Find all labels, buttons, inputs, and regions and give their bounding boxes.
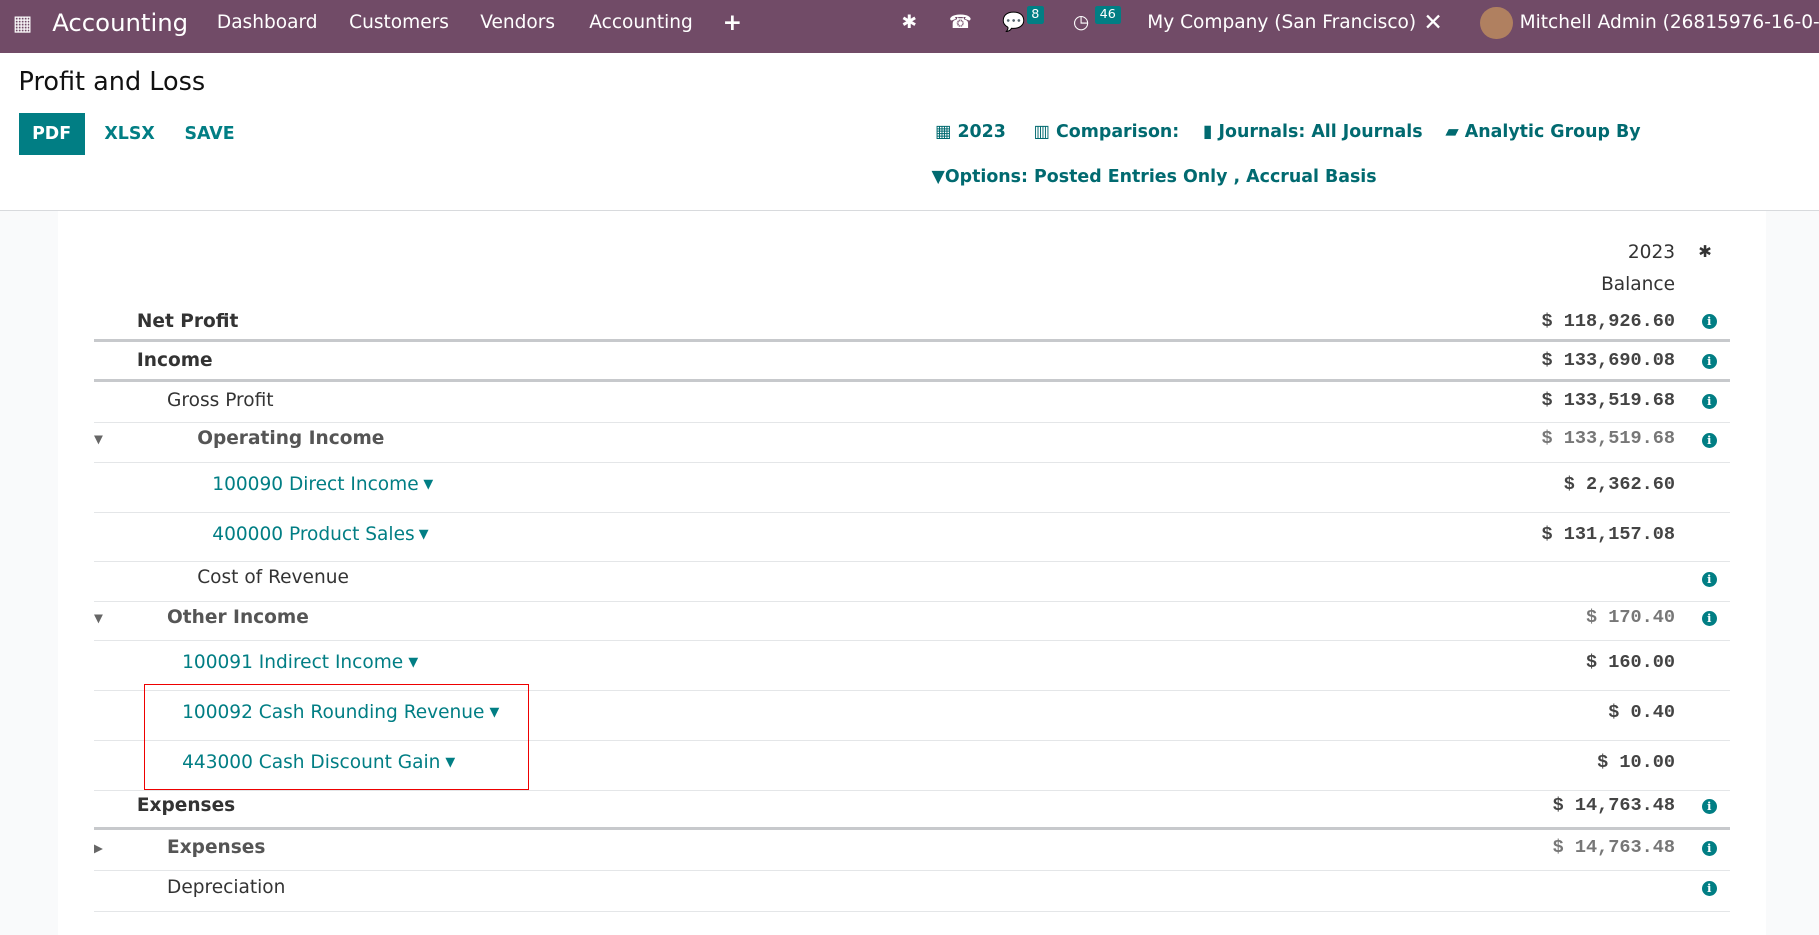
info-icon[interactable]: i: [1701, 611, 1717, 627]
filter-icon: ▼: [931, 167, 945, 188]
bug-icon[interactable]: ✱: [901, 0, 917, 46]
report-row: Depreciation i: [93, 870, 1730, 912]
clock-icon[interactable]: ◷: [1073, 0, 1089, 46]
row-label: Expenses: [136, 794, 236, 816]
info-icon[interactable]: i: [1701, 354, 1717, 370]
info-icon[interactable]: i: [1701, 393, 1717, 409]
caret-right-icon[interactable]: ▶: [94, 831, 103, 866]
row-amount: $ 133,690.08: [1541, 349, 1676, 371]
save-button[interactable]: SAVE: [184, 113, 234, 156]
info-icon[interactable]: i: [1701, 571, 1717, 587]
row-label: Operating Income: [197, 428, 385, 450]
apps-grid-icon[interactable]: ▦: [13, 0, 33, 46]
caret-down-icon[interactable]: ▼: [94, 422, 103, 457]
options-filter[interactable]: ▼Options: Posted Entries Only , Accrual …: [931, 167, 1376, 187]
top-navbar: ▦ Accounting Dashboard Customers Vendors…: [0, 0, 1819, 54]
calendar-icon: ▦: [934, 121, 958, 142]
pdf-button[interactable]: PDF: [18, 112, 85, 156]
report-row: Expenses $ 14,763.48 i: [93, 790, 1730, 831]
info-icon[interactable]: i: [1701, 881, 1717, 897]
row-amount: $ 14,763.48: [1552, 794, 1676, 816]
row-label: Expenses: [167, 836, 266, 858]
row-label: Other Income: [167, 606, 309, 628]
activities-badge: 46: [1095, 5, 1121, 25]
row-amount: $ 14,763.48: [1552, 836, 1676, 858]
report-sheet: 2023 ✱ Balance Net Profit $ 118,926.60 i In…: [58, 211, 1766, 935]
row-label[interactable]: 100090 Direct Income: [212, 462, 418, 507]
chat-icon[interactable]: 💬: [1002, 0, 1025, 46]
info-icon[interactable]: i: [1701, 314, 1717, 330]
row-label: Gross Profit: [167, 389, 274, 411]
report-row: ▼ Operating Income $ 133,519.68 i: [93, 422, 1730, 463]
tools-icon[interactable]: ✕: [1423, 0, 1442, 46]
report-row: Income $ 133,690.08 i: [93, 348, 1730, 383]
control-panel: Profit and Loss PDF XLSX SAVE ▦ 2023 ▥ C…: [0, 53, 1819, 211]
row-amount: $ 131,157.08: [1541, 523, 1676, 545]
user-menu[interactable]: Mitchell Admin (26815976-16-0-al: [1520, 0, 1819, 46]
row-label: Net Profit: [136, 310, 239, 332]
info-icon[interactable]: i: [1701, 432, 1717, 448]
report-row: ▼ Other Income $ 170.40 i: [93, 601, 1730, 642]
bug-icon[interactable]: ✱: [1698, 242, 1712, 261]
row-amount: $ 133,519.68: [1541, 428, 1676, 450]
bar-chart-icon: ▥: [1033, 121, 1057, 142]
menu-dashboard[interactable]: Dashboard: [217, 0, 318, 46]
analytic-filter[interactable]: ▰ Analytic Group By: [1445, 122, 1640, 142]
report-row: Gross Profit $ 133,519.68 i: [93, 384, 1730, 424]
plus-icon[interactable]: +: [723, 0, 742, 46]
date-filter[interactable]: ▦ 2023: [935, 122, 1006, 142]
report-row: 100090 Direct Income ▼ $ 2,362.60: [93, 462, 1730, 513]
comparison-filter[interactable]: ▥ Comparison:: [1034, 122, 1180, 142]
page-title: Profit and Loss: [18, 67, 206, 98]
folder-open-icon: ▰: [1445, 121, 1465, 142]
row-amount: $ 160.00: [1585, 652, 1676, 674]
row-label[interactable]: 100091 Indirect Income: [182, 640, 403, 685]
menu-vendors[interactable]: Vendors: [480, 0, 555, 46]
messages-badge: 8: [1026, 5, 1044, 25]
menu-customers[interactable]: Customers: [349, 0, 449, 46]
row-amount: $ 0.40: [1608, 702, 1676, 724]
report-row: 400000 Product Sales ▼ $ 131,157.08: [93, 512, 1730, 563]
avatar[interactable]: [1480, 6, 1513, 40]
dropdown-caret-icon[interactable]: ▼: [408, 640, 418, 685]
report-row: Cost of Revenue i: [93, 561, 1730, 602]
row-amount: $ 2,362.60: [1563, 473, 1676, 495]
row-amount: $ 133,519.68: [1541, 389, 1676, 411]
phone-icon[interactable]: ☎: [949, 0, 972, 46]
dropdown-caret-icon[interactable]: ▼: [419, 512, 429, 557]
column-year: 2023: [1627, 242, 1676, 264]
column-balance: Balance: [1601, 273, 1676, 295]
row-label[interactable]: 400000 Product Sales: [212, 512, 414, 557]
dropdown-caret-icon[interactable]: ▼: [423, 462, 433, 507]
row-label: Cost of Revenue: [197, 567, 349, 589]
row-label: Income: [136, 349, 213, 371]
xlsx-button[interactable]: XLSX: [104, 113, 154, 156]
app-name[interactable]: Accounting: [52, 0, 188, 46]
company-switcher[interactable]: My Company (San Francisco): [1147, 0, 1416, 46]
report-row: Net Profit $ 118,926.60 i: [93, 309, 1730, 342]
journals-filter[interactable]: ▮ Journals: All Journals: [1203, 122, 1423, 142]
info-icon[interactable]: i: [1701, 799, 1717, 815]
menu-accounting[interactable]: Accounting: [589, 0, 693, 46]
info-icon[interactable]: i: [1701, 840, 1717, 857]
row-amount: $ 170.40: [1585, 606, 1676, 628]
caret-down-icon[interactable]: ▼: [94, 601, 103, 636]
row-amount: $ 118,926.60: [1541, 310, 1676, 332]
row-amount: $ 10.00: [1597, 752, 1676, 774]
report-row: ▶ Expenses $ 14,763.48 i: [93, 831, 1730, 871]
book-icon: ▮: [1202, 121, 1219, 142]
row-label: Depreciation: [167, 876, 286, 898]
highlight-box: [143, 684, 529, 790]
